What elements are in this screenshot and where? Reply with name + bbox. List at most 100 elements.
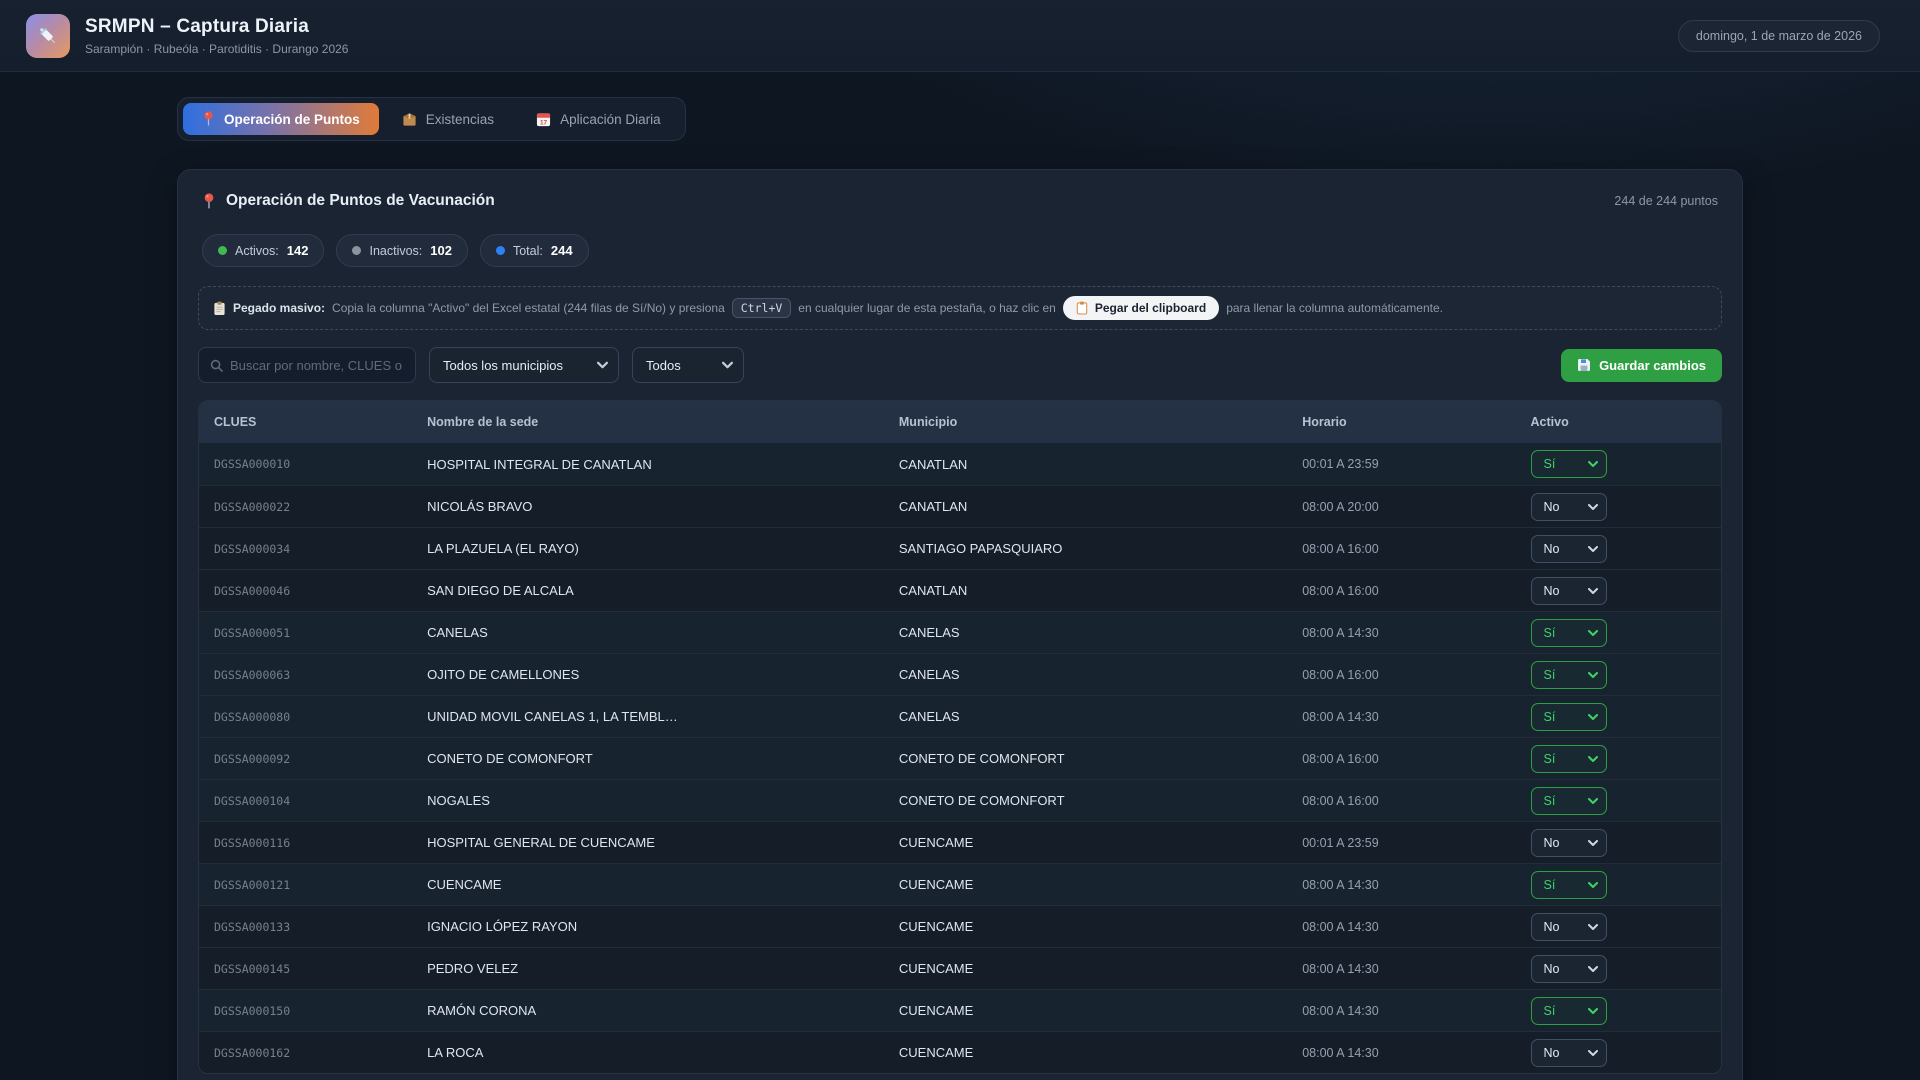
status-filter-wrap: Todos xyxy=(632,347,744,383)
municipio-cell: CANATLAN xyxy=(898,499,968,514)
table-row: DGSSA000104 NOGALES CONETO DE COMONFORT … xyxy=(199,779,1721,821)
activo-select[interactable]: SíNo xyxy=(1530,534,1607,563)
horario-cell: 08:00 A 16:00 xyxy=(1302,751,1379,766)
tab-bar: Operación de Puntos Existencias 17 Aplic… xyxy=(177,97,686,141)
search-input[interactable] xyxy=(223,348,415,382)
tab-operacion-de-puntos[interactable]: Operación de Puntos xyxy=(183,103,379,135)
green-dot-icon xyxy=(218,246,227,255)
activo-select[interactable]: SíNo xyxy=(1530,828,1607,857)
points-table: CLUES Nombre de la sede Municipio Horari… xyxy=(198,400,1722,1074)
clues-cell: DGSSA000104 xyxy=(214,793,291,808)
sede-cell: RAMÓN CORONA xyxy=(427,1003,537,1018)
municipio-cell: CUENCAME xyxy=(898,1045,974,1060)
horario-cell: 08:00 A 16:00 xyxy=(1302,793,1379,808)
column-header-horario: Horario xyxy=(1302,415,1347,429)
activo-select-wrap: SíNo xyxy=(1530,870,1607,899)
date-badge: domingo, 1 de marzo de 2026 xyxy=(1677,19,1880,52)
table-row: DGSSA000116 HOSPITAL GENERAL DE CUENCAME… xyxy=(199,821,1721,863)
activo-select-wrap: SíNo xyxy=(1530,744,1607,773)
syringe-icon xyxy=(39,27,55,43)
sede-cell: HOSPITAL GENERAL DE CUENCAME xyxy=(427,835,655,850)
stat-label: Activos: xyxy=(235,243,279,258)
column-header-activo: Activo xyxy=(1530,415,1569,429)
svg-text:17: 17 xyxy=(540,119,548,126)
horario-cell: 08:00 A 14:30 xyxy=(1302,625,1379,640)
sede-cell: UNIDAD MOVIL CANELAS 1, LA TEMBL… xyxy=(427,709,678,724)
activo-select[interactable]: SíNo xyxy=(1530,492,1607,521)
table-body: DGSSA000010 HOSPITAL INTEGRAL DE CANATLA… xyxy=(199,443,1721,1073)
activo-select[interactable]: SíNo xyxy=(1530,954,1607,983)
activo-select-wrap: SíNo xyxy=(1530,786,1607,815)
activo-select[interactable]: SíNo xyxy=(1530,912,1607,941)
horario-cell: 08:00 A 16:00 xyxy=(1302,667,1379,682)
activo-select-wrap: SíNo xyxy=(1530,450,1607,478)
sede-cell: NOGALES xyxy=(427,793,490,808)
stats-row: Activos: 142 Inactivos: 102 Total: 244 xyxy=(198,234,1722,267)
horario-cell: 08:00 A 14:30 xyxy=(1302,1045,1379,1060)
panel-title-row: Operación de Puntos de Vacunación xyxy=(202,192,495,210)
municipio-cell: CANELAS xyxy=(898,709,960,724)
panel-title: Operación de Puntos de Vacunación xyxy=(226,192,495,209)
paste-info-bar: Pegado masivo: Copia la columna "Activo"… xyxy=(198,286,1722,330)
activo-select[interactable]: SíNo xyxy=(1530,996,1607,1025)
activo-select[interactable]: SíNo xyxy=(1530,1038,1607,1067)
clues-cell: DGSSA000034 xyxy=(214,541,291,556)
clues-cell: DGSSA000145 xyxy=(214,961,291,976)
activo-select[interactable]: SíNo xyxy=(1530,450,1607,478)
activo-select-wrap: SíNo xyxy=(1530,828,1607,857)
activo-select[interactable]: SíNo xyxy=(1530,786,1607,815)
clues-cell: DGSSA000063 xyxy=(214,667,291,682)
activo-select-wrap: SíNo xyxy=(1530,660,1607,689)
sede-cell: HOSPITAL INTEGRAL DE CANATLAN xyxy=(427,456,652,472)
municipio-cell: CANATLAN xyxy=(898,456,968,472)
table-row: DGSSA000121 CUENCAME CUENCAME 08:00 A 14… xyxy=(199,863,1721,905)
municipio-cell: CONETO DE COMONFORT xyxy=(898,793,1065,808)
points-count: 244 de 244 puntos xyxy=(1614,194,1718,208)
activo-select-wrap: SíNo xyxy=(1530,912,1607,941)
sede-cell: NICOLÁS BRAVO xyxy=(427,499,533,514)
activo-select[interactable]: SíNo xyxy=(1530,660,1607,689)
tab-existencias[interactable]: Existencias xyxy=(383,104,513,135)
sede-cell: LA ROCA xyxy=(427,1045,484,1060)
activo-select[interactable]: SíNo xyxy=(1530,618,1607,647)
activo-select-wrap: SíNo xyxy=(1530,618,1607,647)
activo-select-wrap: SíNo xyxy=(1530,492,1607,521)
clues-cell: DGSSA000092 xyxy=(214,751,291,766)
table-row: DGSSA000022 NICOLÁS BRAVO CANATLAN 08:00… xyxy=(199,485,1721,527)
horario-cell: 08:00 A 20:00 xyxy=(1302,499,1379,514)
tab-label: Operación de Puntos xyxy=(224,111,360,127)
clues-cell: DGSSA000121 xyxy=(214,877,291,892)
clues-cell: DGSSA000162 xyxy=(214,1045,291,1060)
stat-activos: Activos: 142 xyxy=(202,234,325,267)
save-button[interactable]: Guardar cambios xyxy=(1561,348,1722,382)
pin-icon xyxy=(204,192,214,208)
ctrl-v-kbd: Ctrl+V xyxy=(731,298,792,318)
paste-clipboard-button[interactable]: Pegar del clipboard xyxy=(1062,296,1220,320)
municipio-cell: CANELAS xyxy=(898,625,960,640)
floppy-icon xyxy=(1578,359,1591,371)
horario-cell: 08:00 A 16:00 xyxy=(1302,583,1379,598)
column-header-municipio: Municipio xyxy=(898,415,958,429)
controls-row: Todos los municipios Todos xyxy=(198,347,1722,383)
activo-select-wrap: SíNo xyxy=(1530,996,1607,1025)
activo-select[interactable]: SíNo xyxy=(1530,702,1607,731)
save-button-label: Guardar cambios xyxy=(1599,357,1706,373)
activo-select[interactable]: SíNo xyxy=(1530,744,1607,773)
stat-total: Total: 244 xyxy=(479,234,589,267)
status-filter-select[interactable]: Todos xyxy=(632,347,744,383)
tab-aplicacion-diaria[interactable]: 17 Aplicación Diaria xyxy=(517,104,680,135)
activo-select[interactable]: SíNo xyxy=(1530,870,1607,899)
horario-cell: 08:00 A 14:30 xyxy=(1302,877,1379,892)
activo-select[interactable]: SíNo xyxy=(1530,576,1607,605)
tab-label: Existencias xyxy=(425,111,495,127)
clues-cell: DGSSA000150 xyxy=(214,1003,291,1018)
clipboard-icon xyxy=(1076,301,1088,315)
table-row: DGSSA000133 IGNACIO LÓPEZ RAYON CUENCAME… xyxy=(199,905,1721,947)
activo-select-wrap: SíNo xyxy=(1530,534,1607,563)
municipio-filter-select[interactable]: Todos los municipios xyxy=(429,347,619,383)
table-row: DGSSA000145 PEDRO VELEZ CUENCAME 08:00 A… xyxy=(199,947,1721,989)
municipio-cell: CUENCAME xyxy=(898,961,974,976)
municipio-cell: CUENCAME xyxy=(898,877,974,892)
table-row: DGSSA000150 RAMÓN CORONA CUENCAME 08:00 … xyxy=(199,989,1721,1031)
clues-cell: DGSSA000051 xyxy=(214,625,291,640)
